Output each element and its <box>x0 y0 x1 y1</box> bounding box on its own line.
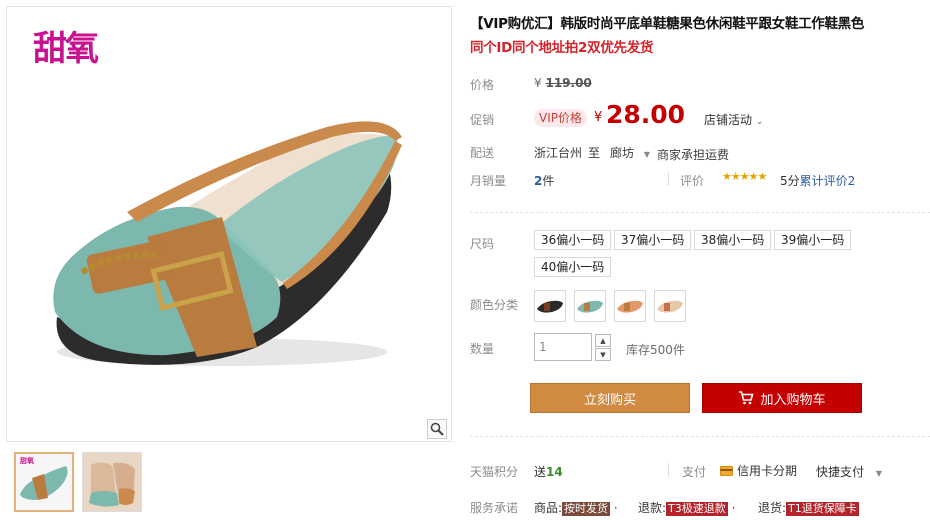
divider <box>470 436 930 437</box>
shipping-label: 配送 <box>470 146 495 160</box>
thumbnail-1[interactable]: 甜氧 <box>14 452 74 512</box>
quick-pay-label: 快捷支付 <box>816 465 865 479</box>
rating-label: 评价 <box>680 174 705 188</box>
points-label: 天猫积分 <box>470 465 519 479</box>
dot-separator: · <box>731 501 736 515</box>
brand-logo: 甜氧 <box>33 29 99 69</box>
divider <box>668 172 669 186</box>
thumbnail-brand-logo: 甜氧 <box>20 457 34 465</box>
credit-card-icon <box>720 465 733 476</box>
zoom-button[interactable] <box>427 419 447 439</box>
on-time-delivery-badge: 按时发货 <box>562 502 611 516</box>
divider <box>470 212 930 213</box>
return-guarantee-badge: T1退货保障卡 <box>786 502 859 516</box>
stock-count: 库存500件 <box>626 343 685 357</box>
quantity-increase-button[interactable]: ▲ <box>595 334 611 347</box>
add-to-cart-button[interactable]: 加入购物车 <box>702 383 862 413</box>
monthly-sales-unit: 件 <box>542 174 555 188</box>
points-value: 送14 <box>534 463 563 480</box>
credit-card-installment-link[interactable]: 信用卡分期 <box>720 462 797 479</box>
monthly-sales-label: 月销量 <box>470 174 507 188</box>
payment-label: 支付 <box>682 465 707 479</box>
service-refund-label: 退款: <box>638 501 667 515</box>
cart-icon <box>739 391 755 405</box>
color-option-black[interactable] <box>534 290 566 322</box>
service-goods-label: 商品: <box>534 501 563 515</box>
color-option-teal[interactable] <box>574 290 606 322</box>
product-title: 【VIP购优汇】韩版时尚平底单鞋糖果色休闲鞋平跟女鞋工作鞋黑色 <box>470 16 865 32</box>
points-prefix: 送 <box>534 465 547 479</box>
size-option-36[interactable]: 36偏小一码 <box>534 230 612 250</box>
main-image-panel: 甜氧 <box>6 6 452 442</box>
service-refund: 退款: T3极速退款 · <box>638 499 735 516</box>
size-option-40[interactable]: 40偏小一码 <box>534 257 612 277</box>
promo-price: 28.00 <box>606 100 686 129</box>
monthly-sales-value: 2件 <box>534 172 554 189</box>
add-to-cart-label: 加入购物车 <box>760 392 826 408</box>
ship-from: 浙江台州 <box>534 146 583 160</box>
size-label: 尺码 <box>470 237 495 251</box>
quick-pay-dropdown[interactable]: 快捷支付 ▼ <box>816 463 882 480</box>
product-info-panel: 【VIP购优汇】韩版时尚平底单鞋糖果色休闲鞋平跟女鞋工作鞋黑色 同个ID同个地址… <box>470 0 930 520</box>
promo-label: 促销 <box>470 113 495 127</box>
color-option-orange[interactable] <box>614 290 646 322</box>
color-swatch-black-shoe <box>537 300 563 313</box>
original-price-value: 119.00 <box>545 76 592 90</box>
store-activity-dropdown[interactable]: 店铺活动 ⌄ <box>704 111 763 128</box>
buy-now-button[interactable]: 立刻购买 <box>530 383 690 413</box>
thumbnail-2[interactable] <box>82 452 142 512</box>
original-price: ¥ 119.00 <box>534 76 592 90</box>
product-subtitle: 同个ID同个地址拍2双优先发货 <box>470 40 654 56</box>
promo-price-currency: ¥ <box>594 110 603 125</box>
ship-destination-label: 廊坊 <box>610 146 635 160</box>
color-swatch-teal-shoe <box>577 300 603 313</box>
color-option-nude[interactable] <box>654 290 686 322</box>
size-option-37[interactable]: 37偏小一码 <box>614 230 692 250</box>
magnifier-icon <box>430 422 444 436</box>
thumbnail-worn-image <box>83 453 141 511</box>
service-goods: 商品: 按时发货 · <box>534 499 618 516</box>
color-label: 颜色分类 <box>470 298 519 312</box>
service-return-label: 退货: <box>758 501 787 515</box>
size-option-38[interactable]: 38偏小一码 <box>694 230 772 250</box>
original-price-currency: ¥ <box>534 76 542 90</box>
size-option-39[interactable]: 39偏小一码 <box>774 230 852 250</box>
review-count: 累计评价2 <box>799 174 856 188</box>
color-swatch-orange-shoe <box>617 300 643 313</box>
service-label: 服务承诺 <box>470 501 519 515</box>
product-image[interactable] <box>47 117 427 377</box>
chevron-up-icon: ▲ <box>600 336 606 345</box>
triangle-down-icon: ▼ <box>643 150 650 159</box>
chevron-down-icon: ▼ <box>600 350 606 359</box>
credit-card-label: 信用卡分期 <box>737 464 798 478</box>
quantity-label: 数量 <box>470 342 495 356</box>
shipping-fee: 商家承担运费 <box>657 148 730 162</box>
dot-separator: · <box>613 501 618 515</box>
rating-score: 5分 <box>780 174 800 188</box>
color-swatch-nude-shoe <box>657 300 683 313</box>
thumbnail-strip: 甜氧 <box>6 446 452 518</box>
triangle-down-icon: ▼ <box>875 469 882 478</box>
divider <box>668 463 669 477</box>
quantity-decrease-button[interactable]: ▼ <box>595 348 611 361</box>
store-activity-label: 店铺活动 <box>704 113 753 127</box>
vip-price-badge: VIP价格 <box>534 109 587 127</box>
service-return: 退货: T1退货保障卡 <box>758 499 859 516</box>
ship-destination-dropdown[interactable]: 廊坊 ▼ <box>610 144 650 161</box>
star-rating-icon: ★★★★★ <box>722 170 767 183</box>
ship-to-label: 至 <box>588 146 601 160</box>
price-label: 价格 <box>470 78 495 92</box>
points-number: 14 <box>546 465 563 479</box>
quantity-input[interactable]: 1 <box>534 333 592 361</box>
fast-refund-badge: T3极速退款 <box>666 502 728 516</box>
chevron-down-icon: ⌄ <box>755 117 764 127</box>
review-count-link[interactable]: 5分累计评价2 <box>780 172 855 189</box>
